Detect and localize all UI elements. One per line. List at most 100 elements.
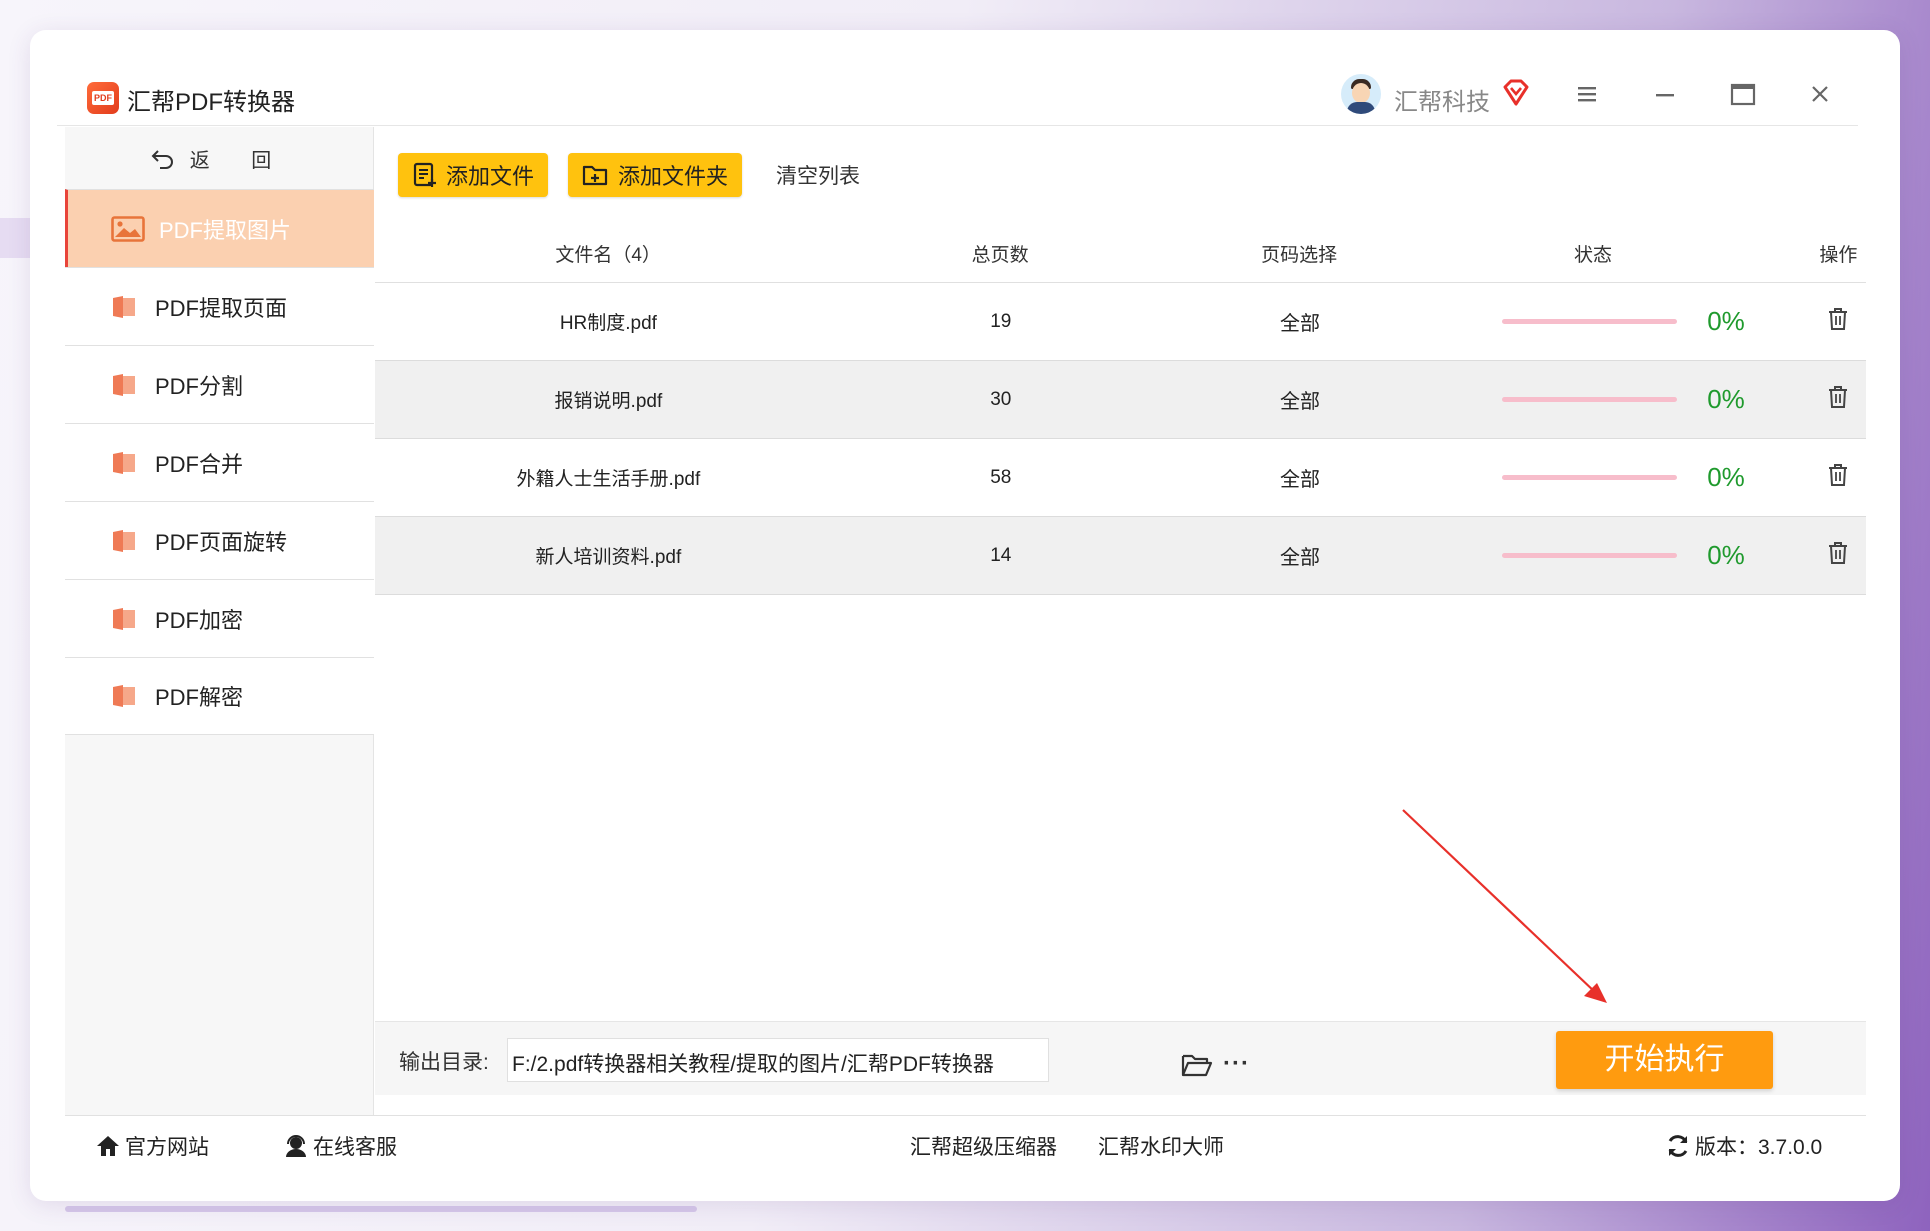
sidebar-item-label: PDF提取图片 [159, 217, 292, 243]
header-op: 操作 [1819, 245, 1858, 266]
website-label: 官方网站 [125, 1136, 209, 1159]
page-count: 58 [990, 466, 1012, 488]
more-options-button[interactable]: ··· [1223, 1050, 1250, 1078]
add-folder-label: 添加文件夹 [618, 164, 729, 189]
background-line [65, 1206, 697, 1212]
pdf-file-icon [113, 373, 135, 396]
refresh-icon [1668, 1135, 1688, 1157]
trash-icon [1829, 541, 1848, 564]
sidebar-item-label: PDF提取页面 [155, 295, 288, 321]
sidebar-item-label: PDF加密 [155, 607, 244, 633]
menu-icon[interactable] [1569, 76, 1605, 112]
clear-list-button[interactable]: 清空列表 [776, 160, 860, 190]
status-cell: 0% [1502, 306, 1745, 337]
back-button[interactable]: 返 回 [65, 127, 374, 189]
back-arrow-icon [151, 150, 173, 169]
page-count: 30 [990, 388, 1012, 410]
table-header: 文件名（4） 总页数 页码选择 状态 操作 [375, 225, 1866, 283]
sidebar-item-extract-pages[interactable]: PDF提取页面 [65, 267, 374, 345]
trash-icon [1829, 307, 1848, 330]
vip-diamond-icon[interactable] [1501, 78, 1531, 108]
header-name: 文件名（4） [555, 245, 661, 266]
sidebar-item-label: PDF分割 [155, 373, 244, 399]
pdf-file-icon [113, 451, 135, 474]
add-folder-icon [582, 165, 608, 186]
sidebar-item-label: PDF合并 [155, 451, 244, 477]
table-row[interactable]: 报销说明.pdf 30 全部 0% [375, 361, 1866, 439]
pdf-file-icon [113, 685, 135, 707]
page-range-select[interactable]: 全部 [1245, 541, 1355, 570]
home-icon [97, 1136, 119, 1156]
back-label: 返 回 [189, 149, 290, 172]
open-folder-icon[interactable] [1181, 1052, 1213, 1078]
add-file-button[interactable]: 添加文件 [398, 153, 549, 197]
sidebar-item-label: PDF页面旋转 [155, 529, 288, 555]
toolbar: 添加文件 添加文件夹 清空列表 [398, 153, 860, 197]
sidebar-item-label: PDF解密 [155, 685, 244, 710]
maximize-icon[interactable] [1725, 76, 1761, 112]
page-range-select[interactable]: 全部 [1245, 307, 1355, 336]
image-icon [111, 215, 145, 242]
table-row[interactable]: 新人培训资料.pdf 14 全部 0% [375, 517, 1866, 595]
close-icon[interactable] [1802, 76, 1838, 112]
delete-button[interactable] [1811, 385, 1866, 415]
status-cell: 0% [1502, 462, 1745, 493]
header-pages: 总页数 [971, 245, 1029, 266]
page-count: 19 [990, 310, 1012, 332]
progress-bar [1502, 319, 1678, 324]
page-count: 14 [990, 544, 1012, 566]
pdf-file-icon [113, 295, 135, 318]
header-status: 状态 [1574, 245, 1613, 266]
file-table: 文件名（4） 总页数 页码选择 状态 操作 HR制度.pdf 19 全部 0% … [375, 225, 1866, 595]
delete-button[interactable] [1811, 307, 1866, 337]
status-cell: 0% [1502, 384, 1745, 415]
table-row[interactable]: 外籍人士生活手册.pdf 58 全部 0% [375, 439, 1866, 517]
sidebar-item-merge[interactable]: PDF合并 [65, 423, 374, 501]
sidebar-item-rotate[interactable]: PDF页面旋转 [65, 501, 374, 579]
support-agent-icon [286, 1135, 306, 1157]
start-button[interactable]: 开始执行 [1556, 1031, 1773, 1089]
version-label: 版本：3.7.0.0 [1695, 1136, 1823, 1159]
progress-percent: 0% [1707, 306, 1745, 336]
page-range-select[interactable]: 全部 [1245, 385, 1355, 414]
status-bar: 官方网站 在线客服 汇帮超级压缩器 汇帮水印大师 版本：3.7.0.0 [65, 1115, 1866, 1171]
avatar[interactable] [1341, 74, 1381, 114]
progress-percent: 0% [1707, 384, 1745, 414]
sidebar-item-extract-images[interactable]: PDF提取图片 [65, 189, 374, 267]
compressor-link[interactable]: 汇帮超级压缩器 [910, 1131, 1057, 1161]
sidebar-item-decrypt[interactable]: PDF解密 [65, 657, 374, 735]
table-row[interactable]: HR制度.pdf 19 全部 0% [375, 283, 1866, 361]
delete-button[interactable] [1811, 541, 1866, 571]
minimize-icon[interactable] [1647, 76, 1683, 112]
online-support-link[interactable]: 在线客服 [283, 1131, 397, 1161]
file-name: 报销说明.pdf [554, 391, 663, 412]
progress-bar [1502, 475, 1678, 480]
output-path-field[interactable]: F:/2.pdf转换器相关教程/提取的图片/汇帮PDF转换器 [507, 1038, 1049, 1082]
sidebar-item-encrypt[interactable]: PDF加密 [65, 579, 374, 657]
version-info[interactable]: 版本：3.7.0.0 [1665, 1131, 1822, 1161]
progress-percent: 0% [1707, 540, 1745, 570]
background-stripe [0, 218, 30, 258]
app-title: 汇帮PDF转换器 [127, 89, 295, 116]
watermark-link[interactable]: 汇帮水印大师 [1098, 1131, 1224, 1161]
file-name: HR制度.pdf [559, 313, 657, 334]
progress-bar [1502, 553, 1678, 558]
user-name[interactable]: 汇帮科技 [1394, 82, 1490, 117]
delete-button[interactable] [1811, 463, 1866, 493]
output-label: 输出目录: [399, 1051, 489, 1074]
add-folder-button[interactable]: 添加文件夹 [568, 153, 743, 197]
page-range-select[interactable]: 全部 [1245, 463, 1355, 492]
file-name: 新人培训资料.pdf [535, 547, 682, 568]
progress-bar [1502, 397, 1678, 402]
pdf-file-icon [113, 607, 135, 630]
status-cell: 0% [1502, 540, 1745, 571]
sidebar-item-split[interactable]: PDF分割 [65, 345, 374, 423]
trash-icon [1829, 385, 1848, 408]
header-range: 页码选择 [1261, 245, 1338, 266]
sidebar: 返 回 PDF提取图片 PDF提取页面 PDF分割 PDF合并 PDF页面旋转 [65, 127, 374, 1115]
trash-icon [1829, 463, 1848, 486]
official-website-link[interactable]: 官方网站 [95, 1131, 209, 1161]
title-bar: PDF 汇帮PDF转换器 汇帮科技 [57, 48, 1858, 126]
pdf-file-icon [113, 529, 135, 552]
progress-percent: 0% [1707, 462, 1745, 492]
